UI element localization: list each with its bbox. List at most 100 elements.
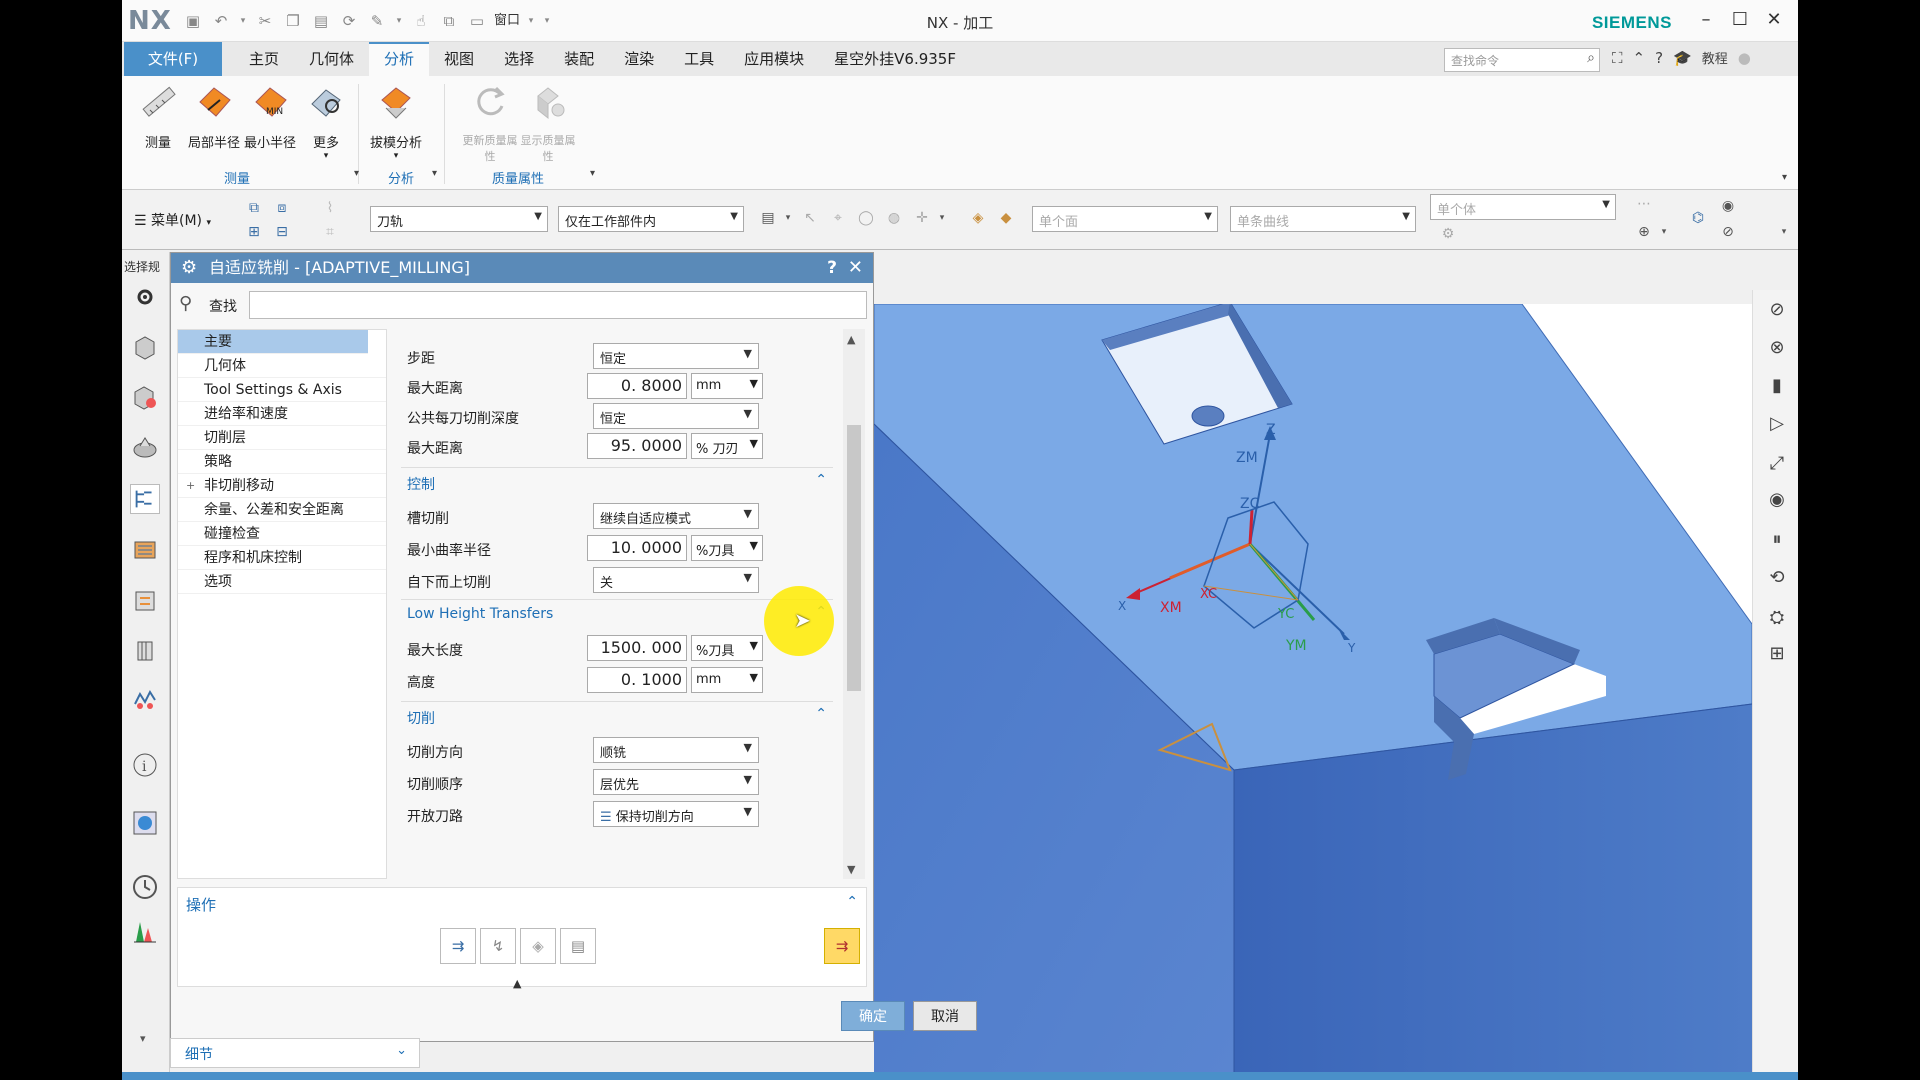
collapse-panel-icon[interactable]: ▲: [513, 977, 521, 990]
tab-1[interactable]: 几何体: [294, 42, 369, 76]
customize-qat-icon[interactable]: ▾: [542, 10, 552, 32]
resource-bar-scroll-down-icon[interactable]: ▾: [140, 1032, 146, 1045]
window-icon[interactable]: ▭: [466, 10, 488, 32]
paste-icon[interactable]: ▤: [310, 10, 332, 32]
view-eye-icon[interactable]: ◉: [1763, 486, 1791, 514]
orient-icon[interactable]: ⊕: [1634, 222, 1654, 242]
cut-icon[interactable]: ✂: [254, 10, 276, 32]
verify-button[interactable]: ◈: [520, 928, 556, 964]
select-curve-icon[interactable]: ⌇: [320, 198, 340, 218]
measure-group-expand-icon[interactable]: ▾: [354, 168, 359, 179]
snap-point-icon[interactable]: ✛: [912, 208, 932, 228]
stepover-dropdown[interactable]: 恒定 ▼: [593, 343, 759, 369]
save-icon[interactable]: ▣: [182, 10, 204, 32]
more-button[interactable]: 更多 ▾: [296, 82, 356, 161]
scroll-down-icon[interactable]: ▼: [847, 863, 855, 876]
find-input[interactable]: [249, 291, 867, 319]
filter-list-icon[interactable]: ▤: [758, 208, 778, 228]
tab-7[interactable]: 工具: [669, 42, 729, 76]
generate-toolpath-button[interactable]: ⇉: [440, 928, 476, 964]
tree-item[interactable]: Tool Settings & Axis: [178, 378, 386, 402]
tab-6[interactable]: 渲染: [609, 42, 669, 76]
draft-analysis-dropdown-icon[interactable]: ▾: [366, 151, 426, 161]
mcs-display-icon[interactable]: ⌬: [1688, 208, 1708, 228]
tree-item[interactable]: 程序和机床控制: [178, 546, 386, 570]
face-rule-dropdown[interactable]: 单个面 ▼: [1032, 206, 1218, 232]
scope-filter-dropdown[interactable]: 仅在工作部件内 ▼: [558, 206, 744, 232]
measure-button[interactable]: 测量: [128, 82, 188, 151]
maximize-icon[interactable]: ☐: [1728, 8, 1752, 32]
min-radius-unit-dropdown[interactable]: %刀具 ▼: [691, 535, 763, 561]
info-icon[interactable]: i: [130, 750, 160, 780]
scroll-up-icon[interactable]: ▲: [847, 333, 855, 346]
regenerate-icon[interactable]: ⟲: [1763, 564, 1791, 592]
show-icon[interactable]: ◉: [1718, 196, 1738, 216]
filter-list-dropdown-icon[interactable]: ▾: [778, 208, 798, 228]
close-icon[interactable]: ✕: [1762, 8, 1786, 32]
reuse-library-icon[interactable]: [130, 634, 160, 664]
file-menu-tab[interactable]: 文件(F): [124, 42, 222, 76]
window-switch-icon[interactable]: ⧉: [438, 10, 460, 32]
undo-dropdown-icon[interactable]: ▾: [238, 10, 248, 32]
update-mass-props-button[interactable]: 更新质量属性: [460, 82, 520, 164]
cancel-button[interactable]: 取消: [913, 1001, 977, 1031]
window-dropdown-icon[interactable]: ▾: [526, 10, 536, 32]
tab-9[interactable]: 星空外挂V6.935F: [819, 42, 971, 76]
select-sketch-icon[interactable]: ⌗: [320, 222, 340, 242]
search-icon[interactable]: ⌕: [1587, 50, 1595, 66]
list-toolpath-button[interactable]: ▤: [560, 928, 596, 964]
slot-cutting-dropdown[interactable]: 继续自适应模式 ▼: [593, 503, 759, 529]
repeat-icon[interactable]: ⟳: [338, 10, 360, 32]
cut-direction-dropdown[interactable]: 顺铣 ▼: [593, 737, 759, 763]
tutorial-icon[interactable]: 🎓: [1673, 49, 1692, 67]
copy-icon[interactable]: ❐: [282, 10, 304, 32]
depth-per-cut-dropdown[interactable]: 恒定 ▼: [593, 403, 759, 429]
cutting-section-header[interactable]: 切削 ⌃: [401, 701, 833, 729]
constraint-navigator-icon[interactable]: [130, 432, 160, 462]
tree-item[interactable]: 选项: [178, 570, 386, 594]
assembly-navigator-icon[interactable]: [130, 382, 160, 412]
play-icon[interactable]: ▷: [1763, 410, 1791, 438]
expand-icon[interactable]: +: [186, 474, 195, 498]
box-select-icon[interactable]: ◈: [968, 208, 988, 228]
show-hide-icon[interactable]: ⊗: [1763, 334, 1791, 362]
hd3d-tools-icon[interactable]: [130, 684, 160, 714]
minimize-icon[interactable]: –: [1694, 8, 1718, 32]
select-assembly-icon[interactable]: ⊟: [272, 222, 292, 242]
chevron-up-icon[interactable]: ⌃: [846, 894, 858, 910]
palette-icon[interactable]: [130, 916, 160, 946]
scrollbar-thumb[interactable]: [847, 425, 861, 691]
show-mass-props-button[interactable]: 显示质量属性: [518, 82, 578, 164]
pen-dropdown-icon[interactable]: ▾: [394, 10, 404, 32]
tab-5[interactable]: 装配: [549, 42, 609, 76]
pause-icon[interactable]: ⏸: [1763, 526, 1791, 554]
property-scrollbar[interactable]: ▲ ▼: [843, 329, 865, 879]
hide-icon[interactable]: ⊘: [1718, 222, 1738, 242]
more-options-icon[interactable]: ⋯: [1634, 194, 1654, 214]
max-length-input[interactable]: 1500. 000: [587, 635, 687, 661]
machine-icon[interactable]: ⛭: [1763, 604, 1791, 632]
min-radius-button[interactable]: MIN 最小半径: [240, 82, 300, 151]
hide-eye-icon[interactable]: ⊘: [1763, 296, 1791, 324]
bottom-up-dropdown[interactable]: 关 ▼: [593, 567, 759, 593]
select-component-icon[interactable]: ⊞: [244, 222, 264, 242]
tool-holder-icon[interactable]: ▮: [1763, 372, 1791, 400]
tree-item[interactable]: 进给率和速度: [178, 402, 386, 426]
tree-item[interactable]: 切削层: [178, 426, 386, 450]
part-navigator-icon[interactable]: [130, 332, 160, 362]
tab-8[interactable]: 应用模块: [729, 42, 819, 76]
curve-rule-dropdown[interactable]: 单条曲线 ▼: [1230, 206, 1416, 232]
body-rule-dropdown[interactable]: 单个体 ▼: [1430, 194, 1616, 220]
operation-navigator-icon[interactable]: [130, 484, 160, 514]
tree-item[interactable]: 余量、公差和安全距离: [178, 498, 386, 522]
tree-item[interactable]: 碰撞检查: [178, 522, 386, 546]
undo-icon[interactable]: ↶: [210, 10, 232, 32]
tutorial-link[interactable]: 教程: [1702, 48, 1728, 67]
snap-settings-icon[interactable]: ⚙: [1438, 224, 1458, 244]
mass-props-group-expand-icon[interactable]: ▾: [590, 168, 595, 179]
snap-point-dropdown-icon[interactable]: ▾: [932, 208, 952, 228]
draft-analysis-button[interactable]: 拔模分析 ▾: [366, 82, 426, 161]
local-radius-button[interactable]: 局部半径: [184, 82, 244, 151]
orient-dropdown-icon[interactable]: ▾: [1654, 222, 1674, 242]
history-clock-icon[interactable]: [130, 872, 160, 902]
